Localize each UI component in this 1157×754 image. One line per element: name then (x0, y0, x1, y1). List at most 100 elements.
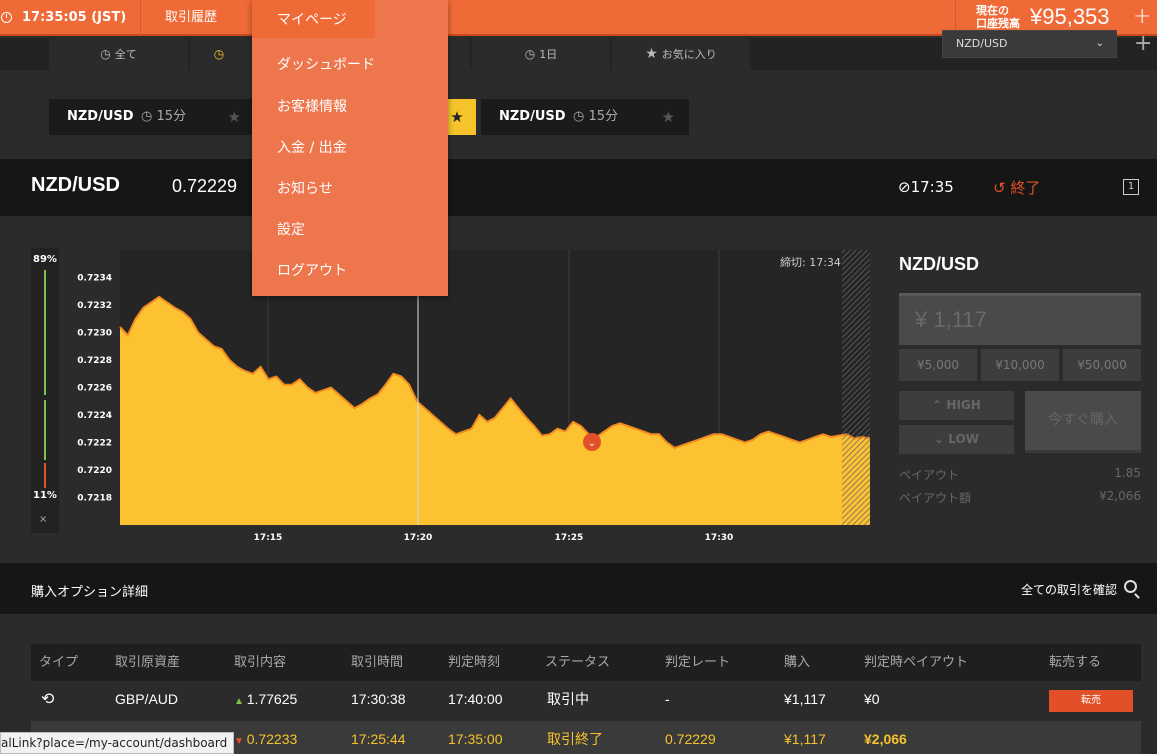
table-row[interactable]: ⟲ GBP/AUD ▲ 1.77625 17:30:38 17:40:00 取引… (31, 681, 1141, 718)
asset-name: NZD/USD (31, 174, 120, 196)
chevron-down-icon: ⌄ (1095, 38, 1104, 49)
history-icon: ↺ (993, 179, 1011, 197)
table-header: タイプ 取引原資産 取引内容 取引時間 判定時刻 ステータス 判定レート 購入 … (31, 644, 1141, 681)
svg-text:⌄: ⌄ (588, 438, 596, 449)
header-time: 取引時間 (351, 655, 404, 670)
amount-10000-button[interactable]: ¥10,000 (981, 349, 1059, 381)
pair-select-value: NZD/USD (956, 37, 1008, 50)
asset-card[interactable]: NZD/USD ◷ 15分 ★ (481, 99, 689, 135)
card-period: ◷ 15分 (573, 99, 618, 135)
y-tick-label: 0.7228 (77, 356, 112, 366)
plus-icon[interactable]: + (1133, 6, 1151, 28)
menu-deposit-withdraw[interactable]: 入金 / 出金 (277, 137, 347, 157)
cutoff-label: 締切: 17:34 (780, 255, 841, 269)
menu-dashboard[interactable]: ダッシュボード (277, 54, 375, 74)
header-rate: 判定レート (665, 655, 731, 670)
x-tick-label: 17:25 (555, 533, 584, 543)
y-tick-label: 0.7230 (77, 329, 112, 339)
y-tick-label: 0.7234 (77, 274, 112, 284)
tab-15min[interactable]: ◷ (190, 38, 252, 70)
star-icon[interactable]: ★ (228, 99, 241, 135)
payout-row: ペイアウト 1.85 (899, 466, 1141, 483)
tab-label: 全て (114, 48, 137, 61)
header-type: タイプ (39, 655, 79, 670)
cutoff-hatch (842, 250, 870, 525)
header-sell: 転売する (1049, 655, 1102, 670)
type-icon: ⟲ (41, 691, 55, 708)
star-icon[interactable]: ★ (662, 99, 675, 135)
search-icon[interactable] (1124, 580, 1137, 593)
down-arrow-icon: ▼ (234, 736, 247, 747)
tab-1day[interactable]: ◷ 1日 (472, 38, 610, 70)
card-period: ◷ 15分 (141, 99, 186, 135)
all-trades-link[interactable]: 全ての取引を確認 (1021, 581, 1117, 598)
card-symbol: NZD/USD (499, 109, 566, 124)
asset-time-text: 17:35 (910, 178, 954, 196)
header-payout: 判定時ペイアウト (864, 655, 969, 670)
asset-time: ⊘17:35 (898, 178, 954, 196)
payout-amount-label: ペイアウト額 (899, 491, 972, 505)
meter-bottom-value: 11% (33, 490, 57, 501)
no-entry-icon: ⊘ (898, 178, 911, 196)
header-judge: 判定時刻 (448, 655, 501, 670)
amount-50000-button[interactable]: ¥50,000 (1063, 349, 1141, 381)
clock-icon (1, 12, 12, 23)
balance-label: 現在の 口座残高 (976, 4, 1020, 30)
plus-icon[interactable]: + (1134, 33, 1152, 55)
row-rate: 0.72229 (665, 731, 716, 747)
one-click-icon[interactable]: 1 (1123, 179, 1139, 195)
row-judge: 17:40:00 (448, 691, 503, 707)
menu-logout[interactable]: ログアウト (277, 260, 347, 280)
high-label: HIGH (946, 398, 981, 412)
high-button[interactable]: ⌃ HIGH (899, 391, 1014, 420)
y-tick-label: 0.7232 (77, 301, 112, 311)
asset-card[interactable]: NZD/USD ◷ 15分 ★ (49, 99, 255, 135)
meter-top-value: 89% (33, 254, 57, 265)
y-tick-label: 0.7222 (77, 439, 112, 449)
menu-mypage[interactable]: マイページ (277, 9, 347, 29)
header-content: 取引内容 (234, 655, 287, 670)
section-header (0, 563, 1157, 614)
menu-notices[interactable]: お知らせ (277, 178, 333, 198)
payout-label: ペイアウト (899, 468, 960, 482)
divider (140, 0, 141, 36)
row-asset: GBP/AUD (115, 691, 179, 707)
section-title: 購入オプション詳細 (31, 585, 149, 600)
menu-customer-info[interactable]: お客様情報 (277, 96, 347, 116)
buy-now-button[interactable]: 今すぐ購入 (1025, 391, 1141, 453)
clock-icon: ◷ (213, 47, 225, 61)
meter-bar-up (44, 400, 46, 460)
balance-label-line2: 口座残高 (976, 17, 1020, 30)
tab-hidden[interactable] (448, 38, 470, 70)
y-tick-label: 0.7220 (77, 466, 112, 476)
menu-settings[interactable]: 設定 (277, 219, 305, 239)
row-content: ▼ 0.72233 (234, 721, 297, 754)
low-button[interactable]: ⌄ LOW (899, 425, 1014, 454)
y-tick-label: 0.7224 (77, 411, 112, 421)
card-symbol: NZD/USD (67, 109, 134, 124)
row-payout: ¥2,066 (864, 731, 907, 747)
up-arrow-icon: ⌃ (932, 398, 947, 412)
row-status: 取引終了 (547, 731, 603, 747)
clock-icon: ◷ (524, 47, 536, 61)
x-tick-label: 17:15 (254, 533, 283, 543)
amount-input[interactable]: ¥ 1,117 (899, 293, 1141, 345)
amount-5000-button[interactable]: ¥5,000 (899, 349, 977, 381)
asset-status: ↺ 終了 (993, 177, 1040, 198)
header-asset: 取引原資産 (115, 655, 181, 670)
row-rate: - (665, 691, 670, 707)
x-axis: 17:15 17:20 17:25 17:30 (254, 533, 734, 543)
tab-label: 1日 (539, 48, 558, 61)
resell-button[interactable]: 転売 (1049, 690, 1133, 712)
clock-icon: ◷ (573, 109, 589, 124)
pair-select[interactable]: NZD/USD ⌄ (942, 30, 1117, 58)
asset-status-text: 終了 (1010, 179, 1041, 197)
row-time: 17:25:44 (351, 731, 406, 747)
tab-favorites[interactable]: ★ お気に入り (612, 38, 750, 70)
balance-label-line1: 現在の (976, 4, 1009, 17)
tab-all[interactable]: ◷ 全て (49, 38, 188, 70)
y-tick-label: 0.7226 (77, 384, 112, 394)
close-icon[interactable]: × (39, 514, 47, 525)
payout-amount-row: ペイアウト額 ¥2,066 (899, 489, 1141, 506)
history-link[interactable]: 取引履歴 (165, 0, 217, 36)
